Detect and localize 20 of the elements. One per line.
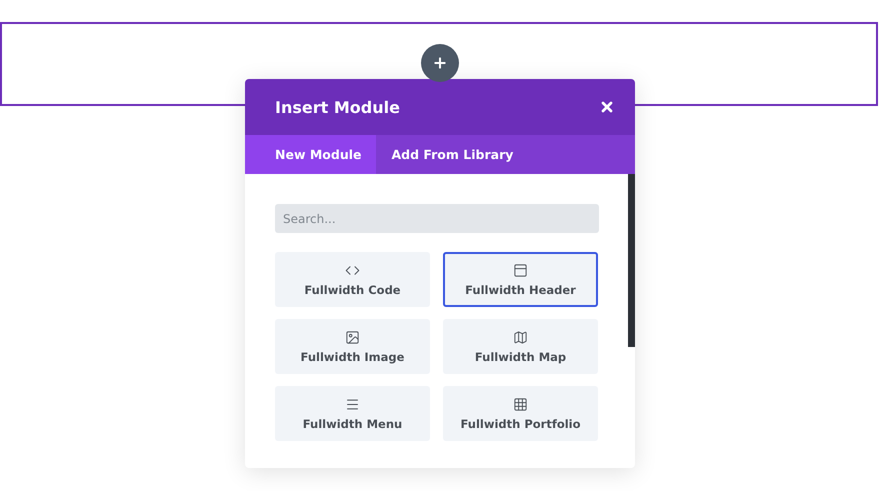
grid-icon xyxy=(513,396,528,412)
dialog-title: Insert Module xyxy=(275,98,400,116)
module-tile[interactable]: Fullwidth Portfolio xyxy=(443,386,598,441)
module-tile[interactable]: Fullwidth Image xyxy=(275,319,430,374)
scrollbar[interactable] xyxy=(628,174,635,347)
module-tile[interactable]: Fullwidth Code xyxy=(275,252,430,307)
search-field[interactable]: Search... xyxy=(275,204,599,233)
tab[interactable]: New Module xyxy=(245,135,376,174)
window-icon xyxy=(513,262,528,278)
module-tile[interactable]: Fullwidth Map xyxy=(443,319,598,374)
plus-icon xyxy=(432,55,448,71)
add-button[interactable] xyxy=(421,44,459,82)
close-icon xyxy=(599,99,615,115)
close-button[interactable] xyxy=(599,99,615,115)
tab[interactable]: Add From Library xyxy=(376,135,528,174)
image-icon xyxy=(345,330,360,344)
menu-icon xyxy=(345,396,360,412)
module-tile[interactable]: Fullwidth Header xyxy=(443,252,598,307)
map-icon xyxy=(513,330,528,344)
module-tile[interactable]: Fullwidth Menu xyxy=(275,386,430,441)
